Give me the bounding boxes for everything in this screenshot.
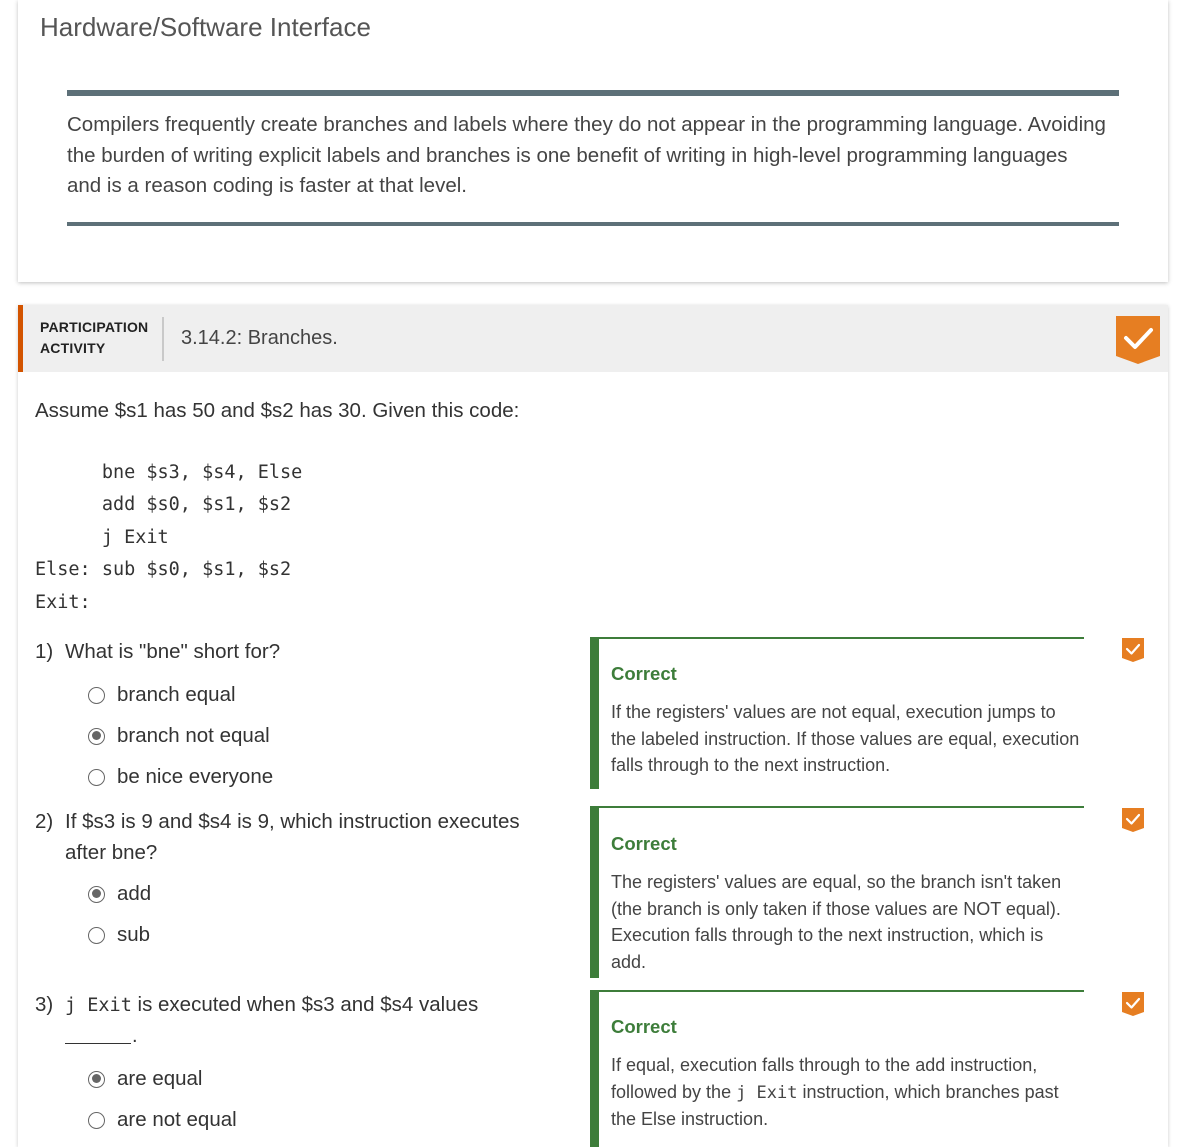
activity-title: 3.14.2: Branches. xyxy=(181,327,338,349)
blank-suffix: . xyxy=(132,1025,138,1047)
option-label: be nice everyone xyxy=(117,765,274,788)
answer-blank xyxy=(65,1043,131,1044)
q1-option-2[interactable]: branch not equal xyxy=(88,723,270,749)
radio-button-selected[interactable] xyxy=(88,885,105,903)
question-1: 1) What is "bne" short for? xyxy=(35,636,280,667)
radio-button[interactable] xyxy=(88,926,105,944)
header-divider xyxy=(162,317,164,361)
q2-feedback: Correct The registers' values are equal,… xyxy=(590,806,1084,978)
feedback-status: Correct xyxy=(611,1016,677,1037)
activity-intro: Assume $s1 has 50 and $s2 has 30. Given … xyxy=(35,399,520,422)
question-2: 2) If $s3 is 9 and $s4 is 9, which instru… xyxy=(35,806,520,868)
radio-button-selected[interactable] xyxy=(88,1070,105,1088)
question-text: is executed when $s3 and $s4 values xyxy=(131,993,479,1016)
question-3: 3) j Exit is executed when $s3 and $s4 va… xyxy=(35,989,478,1021)
q2-option-1[interactable]: add xyxy=(88,881,151,907)
hardware-software-interface-card: Hardware/Software Interface Compilers fr… xyxy=(18,0,1168,282)
feedback-status: Correct xyxy=(611,833,677,854)
activity-type-label: PARTICIPATION ACTIVITY xyxy=(40,317,148,359)
activity-type-line2: ACTIVITY xyxy=(40,340,106,356)
option-label: are equal xyxy=(117,1067,203,1090)
q2-correct-check-icon xyxy=(1122,808,1144,832)
code-line: Exit: xyxy=(35,591,91,613)
question-code: j Exit xyxy=(65,995,132,1016)
question-number: 3) xyxy=(35,993,54,1016)
explanation-code: j Exit xyxy=(736,1082,798,1103)
q1-correct-check-icon xyxy=(1122,638,1144,662)
completion-check-icon xyxy=(1116,316,1160,364)
option-label: branch not equal xyxy=(117,724,270,747)
section-text: Compilers frequently create branches and… xyxy=(67,113,1106,197)
q3-option-2[interactable]: are not equal xyxy=(88,1107,237,1133)
radio-button-selected[interactable] xyxy=(88,727,105,745)
code-line: Else: sub $s0, $s1, $s2 xyxy=(35,559,292,581)
activity-header: PARTICIPATION ACTIVITY 3.14.2: Branches. xyxy=(18,305,1168,372)
code-line: bne $s3, $s4, Else xyxy=(35,462,303,483)
q2-option-2[interactable]: sub xyxy=(88,922,150,948)
q3-correct-check-icon xyxy=(1122,992,1144,1016)
top-rule xyxy=(67,90,1119,96)
question-text-line1: If $s3 is 9 and $s4 is 9, which instruct… xyxy=(65,810,520,833)
q3-feedback: Correct If equal, execution falls throug… xyxy=(590,990,1084,1147)
code-line: add $s0, $s1, $s2 xyxy=(35,494,292,516)
option-label: sub xyxy=(117,923,151,946)
bottom-rule xyxy=(67,222,1119,226)
option-label: are not equal xyxy=(117,1108,237,1131)
code-block: bne $s3, $s4, Else add $s0, $s1, $s2 j E… xyxy=(35,457,302,619)
radio-button[interactable] xyxy=(88,686,105,704)
option-label: branch equal xyxy=(117,683,236,706)
participation-activity: PARTICIPATION ACTIVITY 3.14.2: Branches.… xyxy=(18,305,1168,1147)
activity-type-line1: PARTICIPATION xyxy=(40,319,149,335)
radio-button[interactable] xyxy=(88,1111,105,1129)
feedback-explanation: The registers' values are equal, so the … xyxy=(611,872,1062,972)
question-text-line2: after bne? xyxy=(65,841,158,864)
feedback-status: Correct xyxy=(611,663,677,684)
section-title: Hardware/Software Interface xyxy=(40,12,371,42)
question-number: 2) xyxy=(35,810,54,833)
radio-button[interactable] xyxy=(88,768,105,786)
question-text: What is "bne" short for? xyxy=(65,640,281,663)
feedback-explanation: If equal, execution falls through to the… xyxy=(611,1052,1081,1133)
q1-feedback: Correct If the registers' values are not… xyxy=(590,637,1084,789)
q3-option-1[interactable]: are equal xyxy=(88,1066,202,1092)
option-label: add xyxy=(117,882,152,905)
feedback-explanation: If the registers' values are not equal, … xyxy=(611,702,1080,775)
q1-option-1[interactable]: branch equal xyxy=(88,682,236,708)
code-line: j Exit xyxy=(35,526,169,548)
question-number: 1) xyxy=(35,640,54,663)
q1-option-3[interactable]: be nice everyone xyxy=(88,764,273,790)
